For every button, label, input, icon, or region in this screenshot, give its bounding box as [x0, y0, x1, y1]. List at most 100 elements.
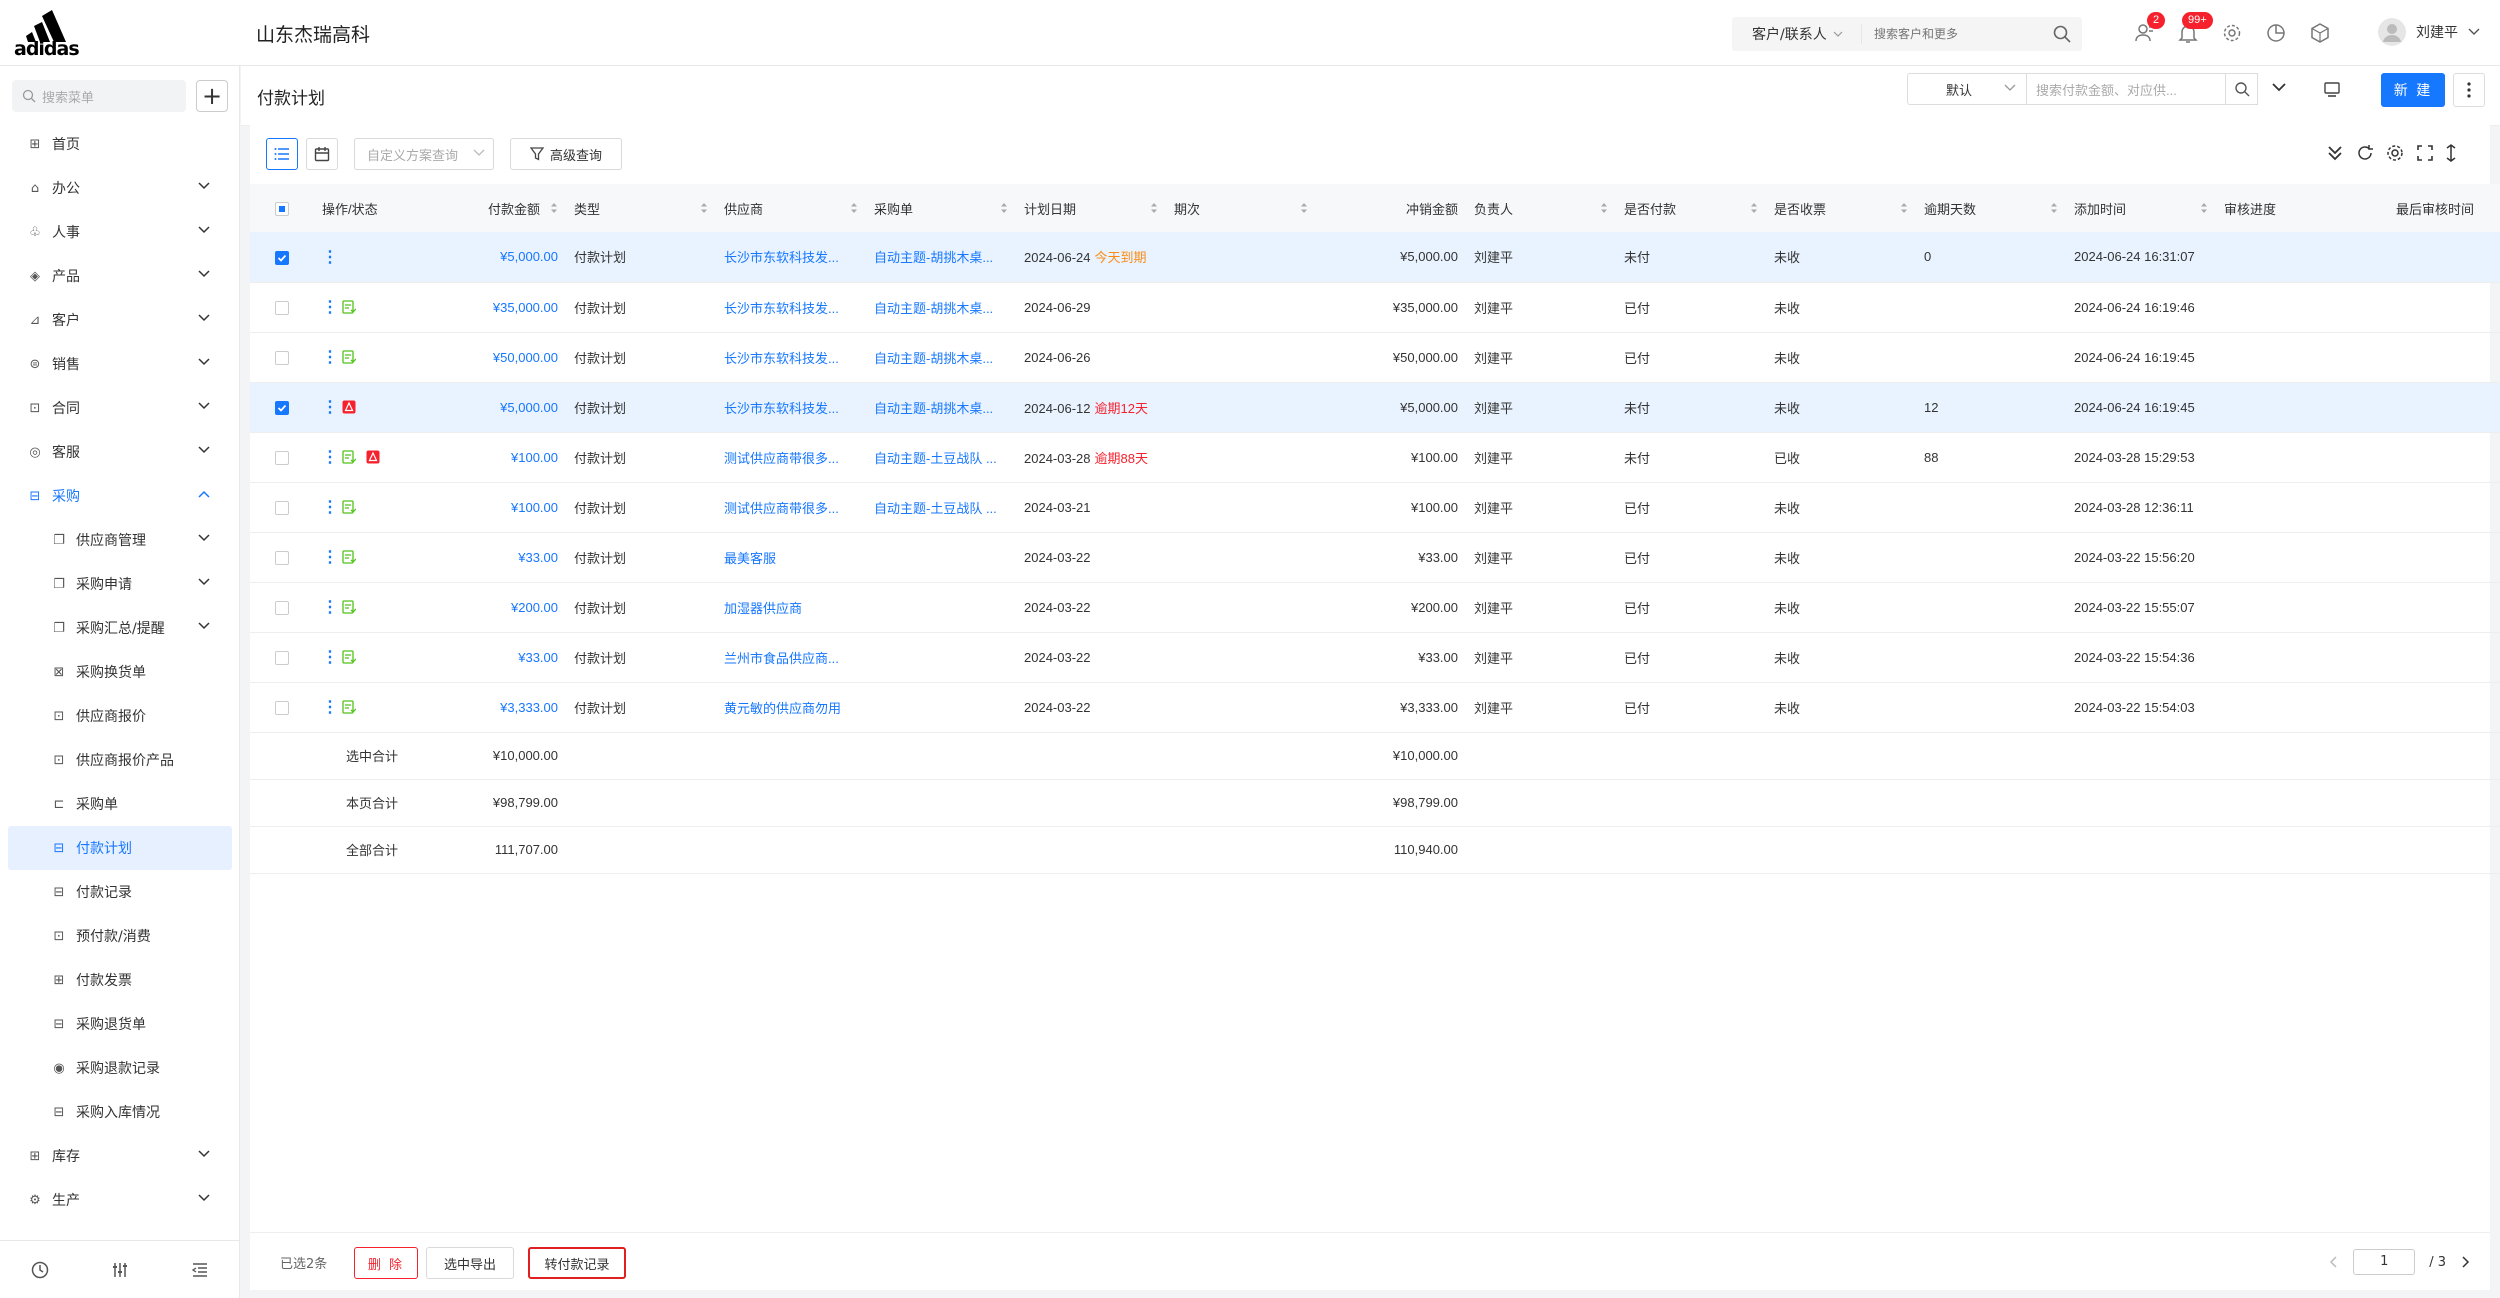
col-header-added[interactable]: 添加时间 — [2066, 184, 2216, 232]
sidebar-item-production[interactable]: ⚙ 生产 — [0, 1178, 240, 1222]
table-row[interactable]: ⋮ ¥33.00 付款计划 兰州市食品供应商... 2024-03-22 ¥33.00 刘建… — [250, 632, 2500, 683]
purchase-order-link[interactable] — [866, 582, 1016, 633]
row-checkbox[interactable] — [275, 700, 289, 715]
row-checkbox[interactable] — [275, 550, 289, 565]
row-checkbox[interactable] — [275, 250, 289, 265]
row-select-cell[interactable] — [250, 332, 314, 383]
page-number-input[interactable]: 1 — [2353, 1249, 2416, 1275]
col-header-amount[interactable]: 付款金额 — [428, 184, 566, 232]
row-checkbox[interactable] — [275, 650, 289, 665]
col-header-order[interactable]: 采购单 — [866, 184, 1016, 232]
sidebar-subitem-supplier-mgmt[interactable]: ❐ 供应商管理 — [0, 518, 240, 562]
amount-cell[interactable]: ¥35,000.00 — [428, 282, 566, 333]
purchase-order-link[interactable]: 自动主题-胡挑木桌... — [866, 232, 1016, 283]
sidebar-subitem-supplier-quote-product[interactable]: ⊡ 供应商报价产品 — [0, 738, 240, 782]
purchase-order-link[interactable]: 自动主题-土豆战队 ... — [866, 432, 1016, 483]
supplier-link[interactable]: 加湿器供应商 — [716, 582, 866, 633]
collapse-all-icon[interactable] — [2326, 144, 2344, 162]
global-search-input[interactable] — [1862, 27, 2032, 41]
view-select[interactable]: 默认 — [1907, 73, 2027, 105]
row-more-icon[interactable]: ⋮ — [322, 397, 338, 417]
sidebar-item-inventory[interactable]: ⊞ 库存 — [0, 1134, 240, 1178]
search-scope-select[interactable]: 客户/联系人 — [1732, 24, 1862, 44]
sidebar-item-customer[interactable]: ⊿ 客户 — [0, 298, 240, 342]
table-row[interactable]: ⋮ ¥3,333.00 付款计划 黄元敏的供应商勿用 2024-03-22 ¥3,333.… — [250, 682, 2500, 733]
row-select-cell[interactable] — [250, 632, 314, 683]
row-checkbox[interactable] — [275, 500, 289, 515]
print-icon[interactable] — [2323, 80, 2341, 98]
alert-icon[interactable] — [342, 400, 356, 414]
supplier-link[interactable]: 长沙市东软科技发... — [716, 232, 866, 283]
col-header-overdue[interactable]: 逾期天数 — [1916, 184, 2066, 232]
expand-search-icon[interactable] — [2271, 82, 2287, 94]
sidebar-subitem-prepayment[interactable]: ⊡ 预付款/消费 — [0, 914, 240, 958]
sidebar-subitem-return-order[interactable]: ⊟ 采购退货单 — [0, 1002, 240, 1046]
amount-cell[interactable]: ¥33.00 — [428, 532, 566, 583]
sort-icon[interactable] — [1150, 202, 1158, 214]
sidebar-subitem-payment-invoice[interactable]: ⊞ 付款发票 — [0, 958, 240, 1002]
row-select-cell[interactable] — [250, 232, 314, 283]
sort-icon[interactable] — [2050, 202, 2058, 214]
table-row[interactable]: ⋮ ¥5,000.00 付款计划 长沙市东软科技发... 自动主题-胡挑木桌... 202… — [250, 232, 2500, 283]
collapse-menu-icon[interactable] — [190, 1260, 210, 1280]
row-checkbox[interactable] — [275, 350, 289, 365]
purchase-order-link[interactable] — [866, 632, 1016, 683]
row-more-icon[interactable]: ⋮ — [322, 597, 338, 617]
amount-cell[interactable]: ¥3,333.00 — [428, 682, 566, 733]
alert-icon[interactable] — [366, 450, 380, 464]
select-all-checkbox[interactable] — [275, 201, 289, 216]
sidebar-subitem-payment-plan[interactable]: ⊟ 付款计划 — [8, 826, 232, 870]
sidebar-item-contract[interactable]: ⊡ 合同 — [0, 386, 240, 430]
chart-pie-icon[interactable] — [2265, 22, 2287, 44]
col-header-supplier[interactable]: 供应商 — [716, 184, 866, 232]
table-row[interactable]: ⋮ ¥100.00 付款计划 测试供应商带很多... 自动主题-土豆战队 ... 2024… — [250, 482, 2500, 533]
refresh-icon[interactable] — [2356, 144, 2374, 162]
supplier-link[interactable]: 测试供应商带很多... — [716, 432, 866, 483]
sort-icon[interactable] — [1600, 202, 1608, 214]
sort-icon[interactable] — [1300, 202, 1308, 214]
row-more-icon[interactable]: ⋮ — [322, 697, 338, 717]
settings-icon[interactable] — [2221, 22, 2243, 44]
col-header-invoice[interactable]: 是否收票 — [1766, 184, 1916, 232]
next-page-icon[interactable] — [2460, 1256, 2470, 1268]
purchase-order-link[interactable] — [866, 532, 1016, 583]
row-select-cell[interactable] — [250, 482, 314, 533]
sort-icon[interactable] — [700, 202, 708, 214]
row-checkbox[interactable] — [275, 600, 289, 615]
row-select-cell[interactable] — [250, 682, 314, 733]
purchase-order-link[interactable] — [866, 682, 1016, 733]
row-more-icon[interactable]: ⋮ — [322, 547, 338, 567]
col-header-period[interactable]: 期次 — [1166, 184, 1316, 232]
sort-icon[interactable] — [2200, 202, 2208, 214]
table-row[interactable]: ⋮ ¥5,000.00 付款计划 长沙市东软科技发... 自动主题-胡挑木桌... 202… — [250, 382, 2500, 433]
record-doc-icon[interactable] — [342, 450, 356, 464]
row-checkbox[interactable] — [275, 300, 289, 315]
sidebar-subitem-supplier-quote[interactable]: ⊡ 供应商报价 — [0, 694, 240, 738]
supplier-link[interactable]: 最美客服 — [716, 532, 866, 583]
supplier-link[interactable]: 测试供应商带很多... — [716, 482, 866, 533]
new-button[interactable]: 新 建 — [2381, 73, 2445, 107]
sidebar-subitem-payment-record[interactable]: ⊟ 付款记录 — [0, 870, 240, 914]
search-icon[interactable] — [2052, 24, 2072, 44]
record-doc-icon[interactable] — [342, 500, 356, 514]
row-select-cell[interactable] — [250, 532, 314, 583]
record-doc-icon[interactable] — [342, 600, 356, 614]
row-select-cell[interactable] — [250, 432, 314, 483]
record-doc-icon[interactable] — [342, 700, 356, 714]
table-row[interactable]: ⋮ ¥50,000.00 付款计划 长沙市东软科技发... 自动主题-胡挑木桌... 20… — [250, 332, 2500, 383]
amount-cell[interactable]: ¥5,000.00 — [428, 382, 566, 433]
record-doc-icon[interactable] — [342, 650, 356, 664]
col-header-owner[interactable]: 负责人 — [1466, 184, 1616, 232]
record-doc-icon[interactable] — [342, 300, 356, 314]
sidebar-subitem-purchase-order[interactable]: ⊏ 采购单 — [0, 782, 240, 826]
delete-button[interactable]: 删 除 — [354, 1247, 418, 1279]
sidebar-item-home[interactable]: ⊞ 首页 — [0, 122, 240, 166]
table-row[interactable]: ⋮ ¥100.00 付款计划 测试供应商带很多... 自动主题-土豆战队 ... 2024… — [250, 432, 2500, 483]
table-row[interactable]: ⋮ ¥35,000.00 付款计划 长沙市东软科技发... 自动主题-胡挑木桌... 20… — [250, 282, 2500, 333]
list-view-button[interactable] — [266, 138, 298, 170]
supplier-link[interactable]: 长沙市东软科技发... — [716, 382, 866, 433]
sidebar-subitem-inbound-status[interactable]: ⊟ 采购入库情况 — [0, 1090, 240, 1134]
supplier-link[interactable]: 黄元敏的供应商勿用 — [716, 682, 866, 733]
col-header-type[interactable]: 类型 — [566, 184, 716, 232]
purchase-order-link[interactable]: 自动主题-胡挑木桌... — [866, 282, 1016, 333]
